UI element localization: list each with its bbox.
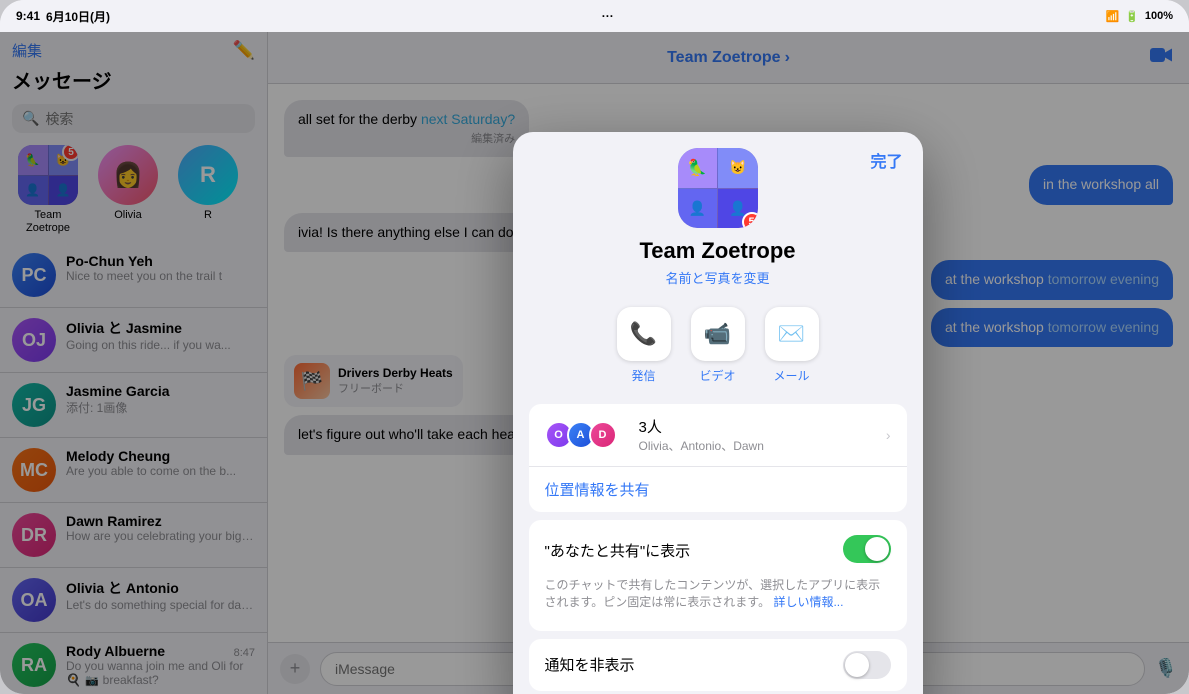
modal-header: 完了 🦜 😺 👤 👤 5 Team Zoetrope 名前と写真を変更	[513, 132, 923, 295]
mail-icon: ✉️	[765, 307, 819, 361]
modal-group-avatar: 🦜 😺 👤 👤 5	[678, 148, 758, 228]
group-info-sheet: 完了 🦜 😺 👤 👤 5 Team Zoetrope 名前と写真を変更	[513, 132, 923, 694]
mute-toggle[interactable]	[843, 651, 891, 679]
member-avatars: O A D	[545, 421, 617, 449]
video-icon: 📹	[691, 307, 745, 361]
members-text: 3人 Olivia、Antonio、Dawn	[639, 416, 874, 454]
members-section: O A D 3人 Olivia、Antonio、Dawn ›	[529, 404, 907, 512]
battery-percent: 100%	[1145, 10, 1173, 22]
call-icon: 📞	[617, 307, 671, 361]
call-button[interactable]: 📞 発信	[617, 307, 671, 384]
members-row[interactable]: O A D 3人 Olivia、Antonio、Dawn ›	[529, 404, 907, 467]
status-time: 9:41	[16, 9, 40, 23]
show-with-you-row: "あなたと共有"に表示 このチャットで共有したコンテンツが、選択したアプリに表示…	[529, 520, 907, 631]
battery-icon: 🔋	[1125, 10, 1139, 23]
mute-row: 通知を非表示	[529, 639, 907, 691]
mute-section: 通知を非表示	[529, 639, 907, 691]
modal-group-name: Team Zoetrope	[639, 238, 795, 264]
video-button[interactable]: 📹 ビデオ	[691, 307, 745, 384]
status-dots: ···	[602, 9, 614, 23]
status-bar-right: 📶 🔋 100%	[1105, 10, 1173, 23]
member-avatar: D	[589, 421, 617, 449]
main-content: 編集 ✏️ メッセージ 🔍 🦜 😺 👤 👤	[0, 32, 1189, 694]
wifi-icon: 📶	[1105, 10, 1119, 23]
modal-actions: 📞 発信 📹 ビデオ ✉️ メール	[513, 295, 923, 396]
mail-button[interactable]: ✉️ メール	[765, 307, 819, 384]
more-info-link[interactable]: 詳しい情報...	[773, 595, 843, 609]
show-with-you-section: "あなたと共有"に表示 このチャットで共有したコンテンツが、選択したアプリに表示…	[529, 520, 907, 631]
modal-overlay: 完了 🦜 😺 👤 👤 5 Team Zoetrope 名前と写真を変更	[0, 32, 1189, 694]
edit-group-link[interactable]: 名前と写真を変更	[665, 268, 769, 287]
status-bar: 9:41 6月10日(月) ··· 📶 🔋 100%	[0, 0, 1189, 32]
status-date: 6月10日(月)	[46, 8, 110, 25]
location-share-row[interactable]: 位置情報を共有	[529, 467, 907, 512]
ipad-frame: 9:41 6月10日(月) ··· 📶 🔋 100% 編集 ✏️ メッセージ 🔍	[0, 0, 1189, 694]
chevron-right-icon: ›	[886, 427, 891, 443]
status-bar-left: 9:41 6月10日(月)	[16, 8, 110, 25]
show-with-you-toggle[interactable]	[843, 535, 891, 563]
done-button[interactable]: 完了	[870, 148, 902, 172]
